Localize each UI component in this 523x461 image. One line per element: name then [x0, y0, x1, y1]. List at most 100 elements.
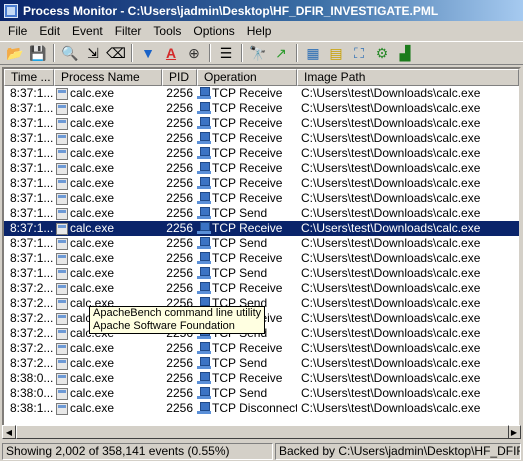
network-icon: [197, 177, 211, 190]
pid-cell: 2256: [166, 131, 193, 145]
network-icon: [197, 342, 211, 355]
clear-icon[interactable]: ⌫: [105, 42, 127, 64]
table-row[interactable]: 8:37:1... calc.exe 2256 TCP Receive C:\Users…: [4, 191, 519, 206]
calculator-icon: [56, 327, 68, 340]
table-row[interactable]: 8:37:1... calc.exe 2256 TCP Receive C:\Users…: [4, 221, 519, 236]
filesystem-icon[interactable]: ▤: [325, 42, 347, 64]
autoscroll-icon[interactable]: ⇲: [82, 42, 104, 64]
table-row[interactable]: 8:37:1... calc.exe 2256 TCP Receive C:\Users…: [4, 131, 519, 146]
tooltip-company: Apache Software Foundation: [93, 320, 235, 332]
scroll-right-button[interactable]: ▶: [507, 425, 521, 439]
process-name: calc.exe: [70, 116, 115, 130]
time-cell: 8:37:1...: [10, 86, 54, 100]
operation-cell: TCP Receive: [197, 176, 297, 191]
capture-icon[interactable]: 🔍: [59, 42, 81, 64]
table-row[interactable]: 8:38:0... calc.exe 2256 TCP Receive C:\Users…: [4, 371, 519, 386]
operation-name: TCP Disconnect: [212, 401, 297, 415]
calculator-icon: [56, 312, 68, 325]
column-header-process-name[interactable]: Process Name: [54, 69, 162, 86]
table-row[interactable]: 8:37:1... calc.exe 2256 TCP Receive C:\Users…: [4, 86, 519, 101]
registry-icon[interactable]: ▦: [302, 42, 324, 64]
horizontal-scrollbar[interactable]: ◀ ▶: [2, 425, 521, 439]
scroll-track[interactable]: [16, 425, 509, 439]
column-header-operation[interactable]: Operation: [197, 69, 297, 86]
profiling-icon[interactable]: ▟: [394, 42, 416, 64]
scroll-left-button[interactable]: ◀: [2, 425, 16, 439]
process-name: calc.exe: [70, 356, 115, 370]
table-row[interactable]: 8:38:0... calc.exe 2256 TCP Send C:\Users\te…: [4, 386, 519, 401]
time-cell: 8:37:1...: [10, 161, 54, 175]
menu-filter[interactable]: Filter: [109, 22, 148, 40]
calculator-icon: [56, 282, 68, 295]
table-row[interactable]: 8:37:1... calc.exe 2256 TCP Send C:\Users\te…: [4, 266, 519, 281]
pid-cell: 2256: [166, 401, 193, 415]
image-path-cell: C:\Users\test\Downloads\calc.exe: [301, 116, 481, 130]
event-list[interactable]: Time ... Process Name PID Operation Imag…: [2, 67, 521, 439]
table-row[interactable]: 8:37:1... calc.exe 2256 TCP Receive C:\Users…: [4, 251, 519, 266]
table-row[interactable]: 8:37:1... calc.exe 2256 TCP Receive C:\Users…: [4, 161, 519, 176]
process-icon[interactable]: ⚙: [371, 42, 393, 64]
menu-help[interactable]: Help: [241, 22, 278, 40]
operation-cell: TCP Send: [197, 356, 297, 371]
table-row[interactable]: 8:37:1... calc.exe 2256 TCP Receive C:\Users…: [4, 116, 519, 131]
network-icon[interactable]: ⛶: [348, 42, 370, 64]
pid-cell: 2256: [166, 101, 193, 115]
save-icon[interactable]: 💾: [27, 42, 49, 64]
table-row[interactable]: 8:38:1... calc.exe 2256 TCP Disconnect C:\Us…: [4, 401, 519, 416]
table-row[interactable]: 8:37:1... calc.exe 2256 TCP Send C:\Users\te…: [4, 236, 519, 251]
menu-event[interactable]: Event: [66, 22, 109, 40]
menu-tools[interactable]: Tools: [147, 22, 187, 40]
jump-icon[interactable]: ↗: [270, 42, 292, 64]
operation-name: TCP Receive: [212, 101, 283, 115]
table-row[interactable]: 8:37:2... calc.exe 2256 TCP Receive C:\Users…: [4, 341, 519, 356]
menu-file[interactable]: File: [2, 22, 33, 40]
process-name: calc.exe: [70, 281, 115, 295]
process-cell: calc.exe: [54, 281, 162, 296]
operation-cell: TCP Receive: [197, 371, 297, 386]
operation-cell: TCP Send: [197, 266, 297, 281]
table-row[interactable]: 8:37:1... calc.exe 2256 TCP Receive C:\Users…: [4, 176, 519, 191]
operation-cell: TCP Receive: [197, 131, 297, 146]
process-cell: calc.exe: [54, 176, 162, 191]
process-cell: calc.exe: [54, 86, 162, 101]
network-icon: [197, 162, 211, 175]
menu-edit[interactable]: Edit: [33, 22, 66, 40]
time-cell: 8:37:1...: [10, 116, 54, 130]
pid-cell: 2256: [166, 386, 193, 400]
process-cell: calc.exe: [54, 221, 162, 236]
column-header-pid[interactable]: PID: [162, 69, 197, 86]
operation-name: TCP Receive: [212, 116, 283, 130]
image-path-cell: C:\Users\test\Downloads\calc.exe: [301, 176, 481, 190]
pid-cell: 2256: [166, 206, 193, 220]
table-row[interactable]: 8:37:1... calc.exe 2256 TCP Send C:\Users\te…: [4, 206, 519, 221]
image-path-cell: C:\Users\test\Downloads\calc.exe: [301, 401, 481, 415]
table-row[interactable]: 8:37:2... calc.exe 2256 TCP Receive C:\Users…: [4, 281, 519, 296]
find-icon[interactable]: 🔭: [247, 42, 269, 64]
process-name: calc.exe: [70, 161, 115, 175]
table-row[interactable]: 8:37:1... calc.exe 2256 TCP Receive C:\Users…: [4, 101, 519, 116]
tree-icon[interactable]: ☰: [215, 42, 237, 64]
target-icon[interactable]: ⊕: [183, 42, 205, 64]
operation-name: TCP Receive: [212, 86, 283, 100]
operation-name: TCP Receive: [212, 341, 283, 355]
scroll-thumb[interactable]: [16, 425, 509, 439]
menu-options[interactable]: Options: [187, 22, 240, 40]
table-row[interactable]: 8:37:2... calc.exe 2256 TCP Send C:\Users\te…: [4, 356, 519, 371]
calculator-icon: [56, 372, 68, 385]
operation-name: TCP Receive: [212, 146, 283, 160]
column-header-image-path[interactable]: Image Path: [297, 69, 519, 86]
filter-icon[interactable]: ▼: [137, 42, 159, 64]
column-header-time[interactable]: Time ...: [4, 69, 54, 86]
title-bar[interactable]: Process Monitor - C:\Users\jadmin\Deskto…: [0, 0, 523, 21]
highlight-icon[interactable]: A: [160, 42, 182, 64]
image-path-cell: C:\Users\test\Downloads\calc.exe: [301, 266, 481, 280]
table-row[interactable]: 8:37:1... calc.exe 2256 TCP Receive C:\Users…: [4, 146, 519, 161]
process-name: calc.exe: [70, 221, 115, 235]
time-cell: 8:37:1...: [10, 101, 54, 115]
process-name: calc.exe: [70, 266, 115, 280]
image-path-cell: C:\Users\test\Downloads\calc.exe: [301, 296, 481, 310]
open-icon[interactable]: 📂: [4, 42, 26, 64]
toolbar: 📂 💾 🔍 ⇲ ⌫ ▼ A ⊕ ☰ 🔭 ↗ ▦ ▤ ⛶ ⚙ ▟: [0, 41, 523, 65]
calculator-icon: [56, 387, 68, 400]
operation-name: TCP Send: [212, 236, 268, 250]
